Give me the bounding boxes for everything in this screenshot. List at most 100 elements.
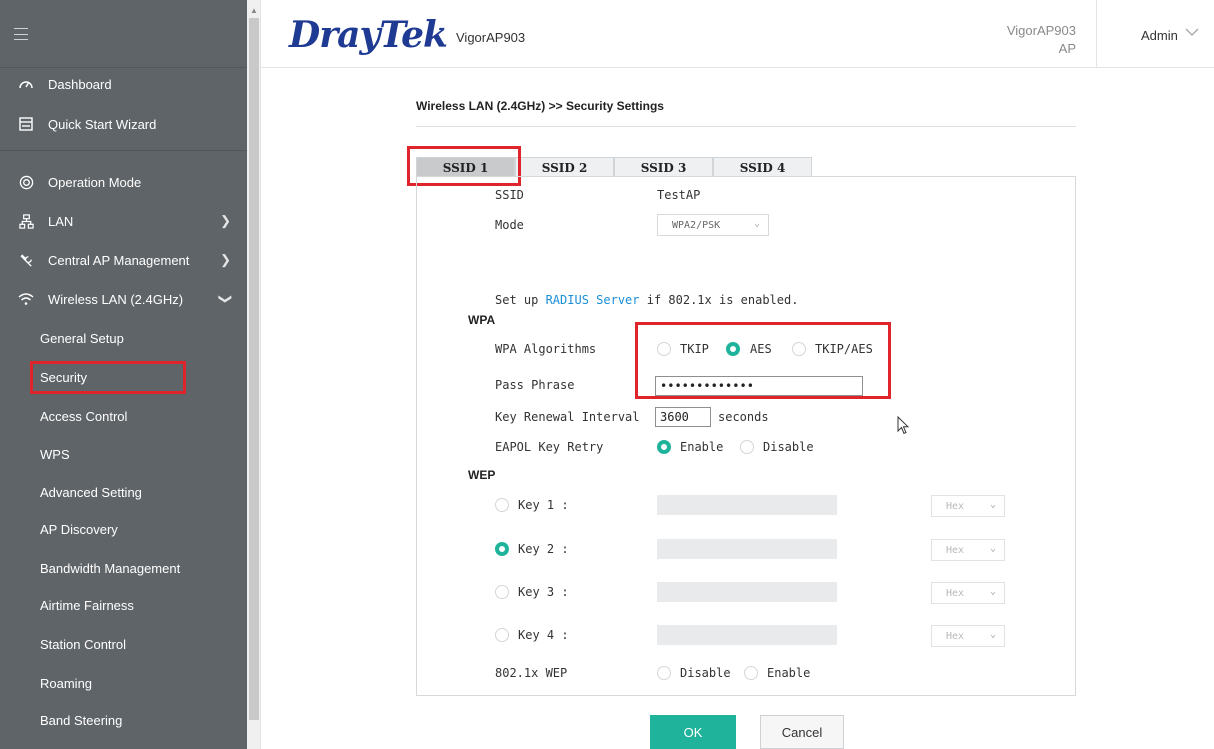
wep-key-3-input[interactable]	[657, 582, 837, 602]
sidebar-item-label: Operation Mode	[48, 174, 142, 190]
security-highlight-box	[30, 361, 186, 394]
chevron-down-icon: ⌄	[989, 629, 996, 640]
radio-wep-key-2[interactable]	[495, 542, 509, 556]
chevron-down-icon[interactable]	[1185, 24, 1199, 40]
sidebar-subitem-advanced-setting[interactable]: Advanced Setting	[40, 485, 142, 500]
radio-wep-key-1[interactable]	[495, 498, 509, 512]
sidebar-item-central-ap-management[interactable]: Central AP Management ❯	[0, 242, 247, 278]
wifi-icon	[18, 291, 34, 307]
chevron-down-icon: ⌄	[989, 543, 996, 554]
radius-note-prefix: Set up	[495, 293, 546, 307]
mode-label: Mode	[495, 218, 524, 232]
brand-model: VigorAP903	[456, 30, 526, 45]
radio-8021x-enable-label: Enable	[767, 666, 811, 680]
wep-key-2-label: Key 2 :	[518, 542, 569, 556]
wpa-algorithms-label: WPA Algorithms	[495, 342, 597, 356]
wpa-heading: WPA	[468, 313, 496, 327]
sidebar-divider	[0, 150, 247, 151]
cancel-button[interactable]: Cancel	[760, 715, 844, 749]
wep-key-2-format-select[interactable]: Hex ⌄	[931, 539, 1005, 561]
tab-ssid-2[interactable]: SSID 2	[515, 157, 614, 177]
ok-button[interactable]: OK	[650, 715, 736, 749]
sidebar-subitem-bandwidth-management[interactable]: Bandwidth Management	[40, 561, 180, 576]
sidebar-item-wireless-lan[interactable]: Wireless LAN (2.4GHz) ❯	[0, 281, 247, 317]
wep-key-4-format-value: Hex	[946, 630, 965, 642]
device-model-label: VigorAP903 AP	[996, 22, 1076, 58]
header-separator	[1096, 0, 1097, 68]
chevron-down-icon: ❯	[218, 293, 234, 305]
radius-note-suffix: if 802.1x is enabled.	[639, 293, 799, 307]
sidebar-top	[0, 0, 247, 68]
radio-8021x-disable-label: Disable	[680, 666, 731, 680]
chevron-down-icon: ⌄	[753, 218, 760, 229]
radius-note: Set up RADIUS Server if 802.1x is enable…	[495, 293, 798, 307]
sidebar-subitem-roaming[interactable]: Roaming	[40, 676, 92, 691]
mode-select[interactable]: WPA2/PSK ⌄	[657, 214, 769, 236]
wpa-highlight-box	[635, 322, 891, 399]
chevron-right-icon: ❯	[220, 252, 231, 267]
wep-key-2-input[interactable]	[657, 539, 837, 559]
sidebar-item-dashboard[interactable]: Dashboard	[0, 66, 247, 102]
wep-key-3-label: Key 3 :	[518, 585, 569, 599]
radio-eapol-enable[interactable]	[657, 440, 671, 454]
brand-logo: DrayTek	[289, 14, 448, 56]
chevron-down-icon: ⌄	[989, 499, 996, 510]
device-model-line2: AP	[1058, 41, 1076, 56]
sidebar-subitem-ap-discovery[interactable]: AP Discovery	[40, 522, 118, 537]
radio-8021x-enable[interactable]	[744, 666, 758, 680]
sidebar-subitem-access-control[interactable]: Access Control	[40, 409, 127, 424]
pass-phrase-label: Pass Phrase	[495, 378, 575, 392]
sidebar-item-operation-mode[interactable]: Operation Mode	[0, 164, 247, 200]
radius-server-link[interactable]: RADIUS Server	[546, 293, 640, 307]
sidebar-item-label: Quick Start Wizard	[48, 116, 157, 132]
wep-key-4-format-select[interactable]: Hex ⌄	[931, 625, 1005, 647]
user-menu[interactable]: Admin	[1141, 28, 1178, 43]
sidebar-subitem-general-setup[interactable]: General Setup	[40, 331, 124, 346]
eapol-label: EAPOL Key Retry	[495, 440, 604, 454]
tab-ssid-3[interactable]: SSID 3	[614, 157, 713, 177]
target-icon	[18, 174, 34, 190]
wep-key-4-input[interactable]	[657, 625, 837, 645]
scroll-up-icon[interactable]: ▲	[250, 6, 258, 15]
scrollbar-thumb[interactable]	[249, 18, 259, 720]
wep-key-3-format-value: Hex	[946, 587, 965, 599]
wizard-icon	[18, 116, 34, 132]
sidebar-item-quick-start-wizard[interactable]: Quick Start Wizard	[0, 106, 247, 142]
wep-key-1-format-select[interactable]: Hex ⌄	[931, 495, 1005, 517]
sidebar-item-label: Dashboard	[48, 76, 112, 92]
tab-ssid-4[interactable]: SSID 4	[713, 157, 812, 177]
device-model-line1: VigorAP903	[1006, 23, 1076, 38]
radio-eapol-enable-label: Enable	[680, 440, 724, 454]
sidebar-subitem-station-control[interactable]: Station Control	[40, 637, 126, 652]
radio-eapol-disable[interactable]	[740, 440, 754, 454]
key-renewal-value: 3600	[660, 410, 689, 424]
mouse-cursor-icon	[897, 415, 910, 439]
wep-key-3-format-select[interactable]: Hex ⌄	[931, 582, 1005, 604]
network-icon	[18, 213, 34, 229]
wep-key-4-label: Key 4 :	[518, 628, 569, 642]
hamburger-menu-icon[interactable]	[14, 27, 28, 40]
sidebar-scrollbar[interactable]: ▲	[247, 0, 261, 749]
wep-8021x-label: 802.1x WEP	[495, 666, 568, 680]
sidebar-item-label: Wireless LAN (2.4GHz)	[48, 291, 184, 307]
chevron-right-icon: ❯	[220, 213, 231, 228]
key-renewal-unit: seconds	[718, 410, 769, 424]
ssid-label: SSID	[495, 188, 524, 202]
key-renewal-label: Key Renewal Interval	[495, 410, 640, 424]
wrench-icon	[18, 252, 34, 268]
sidebar-subitem-band-steering[interactable]: Band Steering	[40, 713, 122, 728]
sidebar-item-lan[interactable]: LAN ❯	[0, 203, 247, 239]
radio-wep-key-3[interactable]	[495, 585, 509, 599]
wep-key-1-input[interactable]	[657, 495, 837, 515]
key-renewal-input[interactable]: 3600	[655, 407, 711, 427]
breadcrumb-divider	[416, 126, 1076, 127]
breadcrumb: Wireless LAN (2.4GHz) >> Security Settin…	[416, 99, 664, 113]
ssid-value: TestAP	[657, 188, 701, 202]
radio-8021x-disable[interactable]	[657, 666, 671, 680]
sidebar-subitem-airtime-fairness[interactable]: Airtime Fairness	[40, 598, 134, 613]
wep-key-1-format-value: Hex	[946, 500, 965, 512]
gauge-icon	[18, 76, 34, 92]
radio-wep-key-4[interactable]	[495, 628, 509, 642]
sidebar-item-label: LAN	[48, 213, 74, 229]
sidebar-subitem-wps[interactable]: WPS	[40, 447, 70, 462]
